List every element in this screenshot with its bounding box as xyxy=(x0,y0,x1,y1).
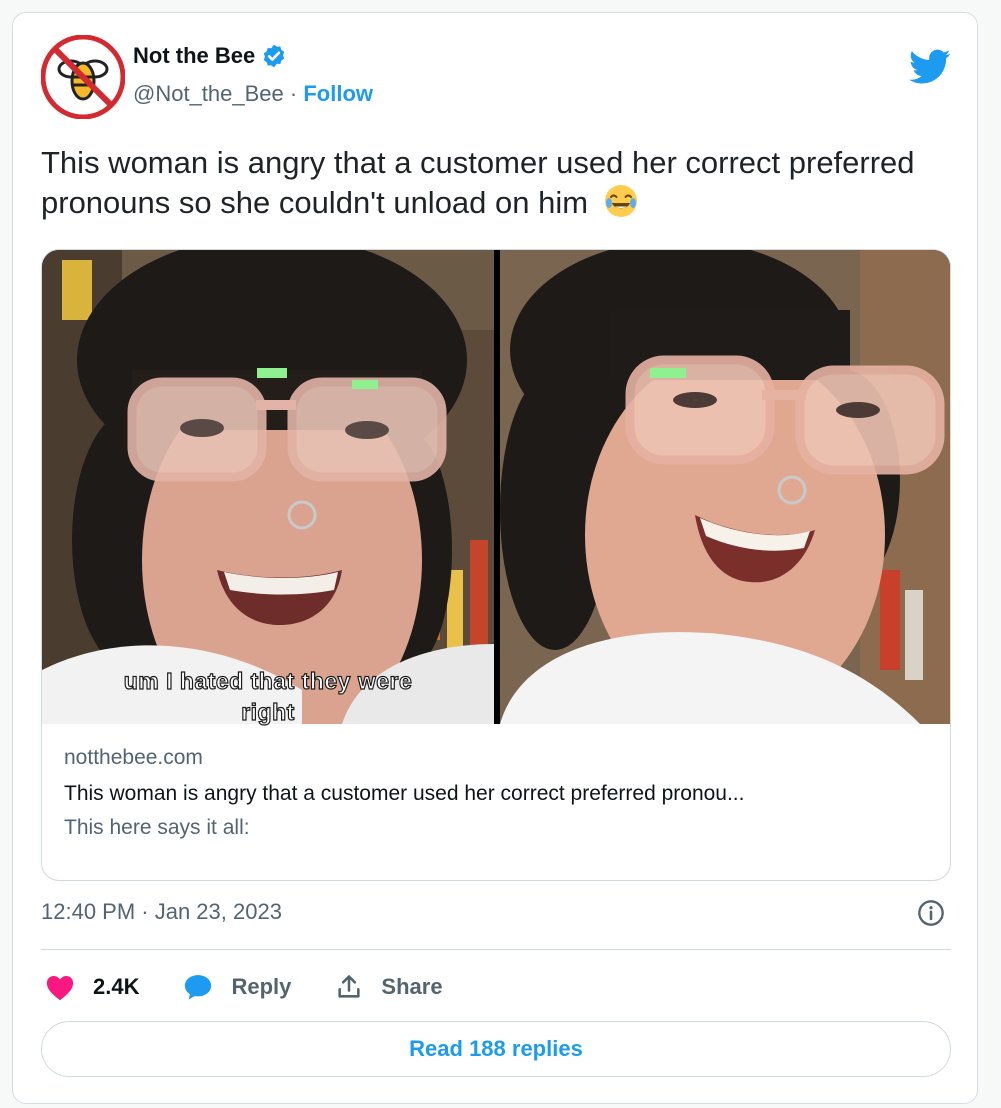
tweet-header: Not the Bee @Not_the_Bee · Follow xyxy=(41,35,951,125)
tweet-text-body: This woman is angry that a customer used… xyxy=(41,145,915,220)
video-caption: um I hated that they were right xyxy=(42,667,494,726)
tweet-timestamp[interactable]: 12:40 PM · Jan 23, 2023 xyxy=(41,899,282,924)
share-upload-icon xyxy=(338,975,361,998)
avatar[interactable] xyxy=(41,35,125,119)
divider xyxy=(41,949,951,950)
share-label: Share xyxy=(381,974,443,999)
video-frame-left xyxy=(42,250,494,724)
handle-separator: · xyxy=(283,81,304,106)
author-handle[interactable]: @Not_the_Bee xyxy=(133,81,284,106)
caption-line-1: um I hated that they were xyxy=(123,667,413,694)
tweet-text: This woman is angry that a customer used… xyxy=(41,143,921,223)
media-preview[interactable]: um I hated that they were right xyxy=(42,250,950,726)
link-domain: notthebee.com xyxy=(64,746,203,769)
handle-row: @Not_the_Bee · Follow xyxy=(133,81,373,107)
author-name[interactable]: Not the Bee xyxy=(133,43,255,69)
video-frame-right xyxy=(500,250,950,724)
heart-icon xyxy=(46,976,74,1001)
link-preview-card[interactable]: um I hated that they were right notthebe… xyxy=(41,249,951,881)
link-card-meta: notthebee.com This woman is angry that a… xyxy=(64,746,934,840)
tweet-embed-card: Not the Bee @Not_the_Bee · Follow This w… xyxy=(12,12,978,1104)
read-replies-button[interactable]: Read 188 replies xyxy=(41,1021,951,1077)
face-with-tears-of-joy-icon xyxy=(604,185,637,217)
link-title: This woman is angry that a customer used… xyxy=(64,782,745,805)
twitter-bird-icon[interactable] xyxy=(909,49,951,85)
link-description: This here says it all: xyxy=(64,816,250,839)
reply-label: Reply xyxy=(231,974,292,999)
info-icon[interactable] xyxy=(917,899,945,927)
caption-line-2: right xyxy=(241,698,295,725)
author-name-row: Not the Bee xyxy=(133,43,287,69)
follow-button[interactable]: Follow xyxy=(303,81,373,106)
share-button[interactable]: Share xyxy=(335,973,443,1001)
verified-badge-icon xyxy=(264,44,285,68)
like-count: 2.4K xyxy=(93,974,140,999)
timestamp-row: 12:40 PM · Jan 23, 2023 xyxy=(41,899,951,935)
like-button[interactable]: 2.4K xyxy=(45,973,139,1001)
tweet-actions: 2.4K Reply Share xyxy=(45,967,487,1007)
reply-button[interactable]: Reply xyxy=(183,973,291,1001)
speech-bubble-icon xyxy=(185,975,212,1000)
